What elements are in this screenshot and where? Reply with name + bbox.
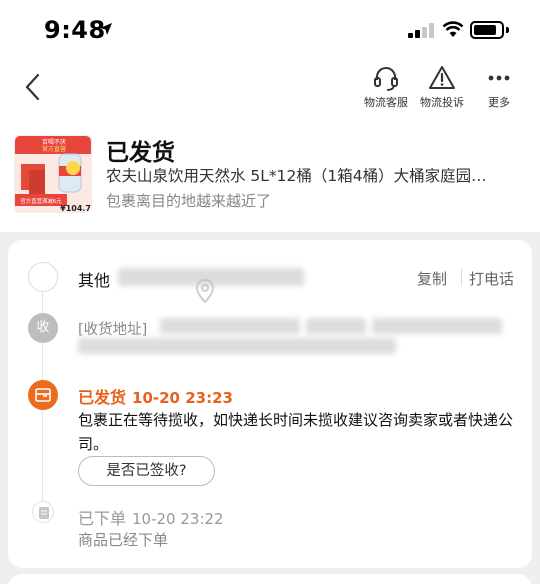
timeline-node-shipped <box>28 380 58 410</box>
thumb-line1: 百喝不厌 <box>42 139 66 146</box>
contact-label: 其他 <box>78 271 111 290</box>
ordered-status: 已下单 <box>78 509 127 528</box>
package-status-message: 包裹离目的地越来越近了 <box>106 192 272 210</box>
address-redacted <box>160 318 300 334</box>
timeline-line <box>42 292 43 313</box>
timeline-line <box>42 410 43 501</box>
product-image: 百喝不厌 官方直营 官方直营满减6元 ¥104.7 <box>15 136 91 213</box>
status-time: 9:48 <box>44 16 106 44</box>
battery-cap <box>506 27 509 33</box>
call-button[interactable]: 打电话 <box>469 268 514 289</box>
document-icon <box>39 507 49 519</box>
ordered-time: 10-20 23:22 <box>132 510 224 528</box>
headset-icon <box>374 67 398 91</box>
warning-icon <box>429 66 455 89</box>
logistics-service-button[interactable]: 物流客服 <box>358 64 414 112</box>
wifi-icon <box>442 21 464 37</box>
thumb-price: ¥104.7 <box>60 204 91 213</box>
address-redacted <box>372 318 502 334</box>
product-thumbnail[interactable]: 百喝不厌 官方直营 官方直营满减6元 ¥104.7 <box>14 135 92 213</box>
shipped-status: 已发货 <box>78 388 127 407</box>
thumb-line2: 官方直营 <box>42 145 66 153</box>
timeline-node-ordered <box>32 501 54 523</box>
copy-button[interactable]: 复制 <box>417 268 447 289</box>
order-status-title: 已发货 <box>106 140 175 166</box>
divider <box>461 268 462 286</box>
shipped-description: 包裹正在等待揽收，如快递长时间未揽收建议咨询卖家或者快递公司。 <box>78 411 514 453</box>
battery-icon <box>470 21 504 39</box>
address-prefix: [收货地址] <box>78 322 148 338</box>
logistics-complaint-button[interactable]: 物流投诉 <box>414 64 470 112</box>
ordered-title: 已下单 10-20 23:22 <box>78 505 224 529</box>
location-arrow-icon <box>100 23 112 35</box>
logistics-complaint-label: 物流投诉 <box>420 96 464 109</box>
chevron-left-icon <box>25 73 40 101</box>
timeline-line <box>42 343 43 380</box>
thumb-promo: 官方直营满减6元 <box>20 197 62 205</box>
next-card <box>8 574 532 584</box>
address-redacted <box>78 338 396 354</box>
product-name[interactable]: 农夫山泉饮用天然水 5L*12桶（1箱4桶）大桶家庭园… <box>106 164 520 186</box>
more-label: 更多 <box>488 96 510 109</box>
signed-check-button[interactable]: 是否已签收? <box>78 456 215 486</box>
more-icon <box>488 75 510 81</box>
more-button[interactable]: 更多 <box>471 64 527 112</box>
logistics-service-label: 物流客服 <box>364 96 408 109</box>
shipped-time: 10-20 23:23 <box>132 389 233 407</box>
location-pin-icon <box>195 278 215 304</box>
timeline-node-address: 收 <box>28 313 58 343</box>
cellular-signal-icon <box>408 22 436 38</box>
shipped-title: 已发货 10-20 23:23 <box>78 384 233 408</box>
back-button[interactable] <box>18 70 48 104</box>
status-bar: 9:48 <box>0 0 540 60</box>
address-redacted <box>306 318 366 334</box>
timeline-node-contact <box>28 262 58 292</box>
ordered-description: 商品已经下单 <box>78 531 169 549</box>
parcel-icon <box>35 388 51 402</box>
